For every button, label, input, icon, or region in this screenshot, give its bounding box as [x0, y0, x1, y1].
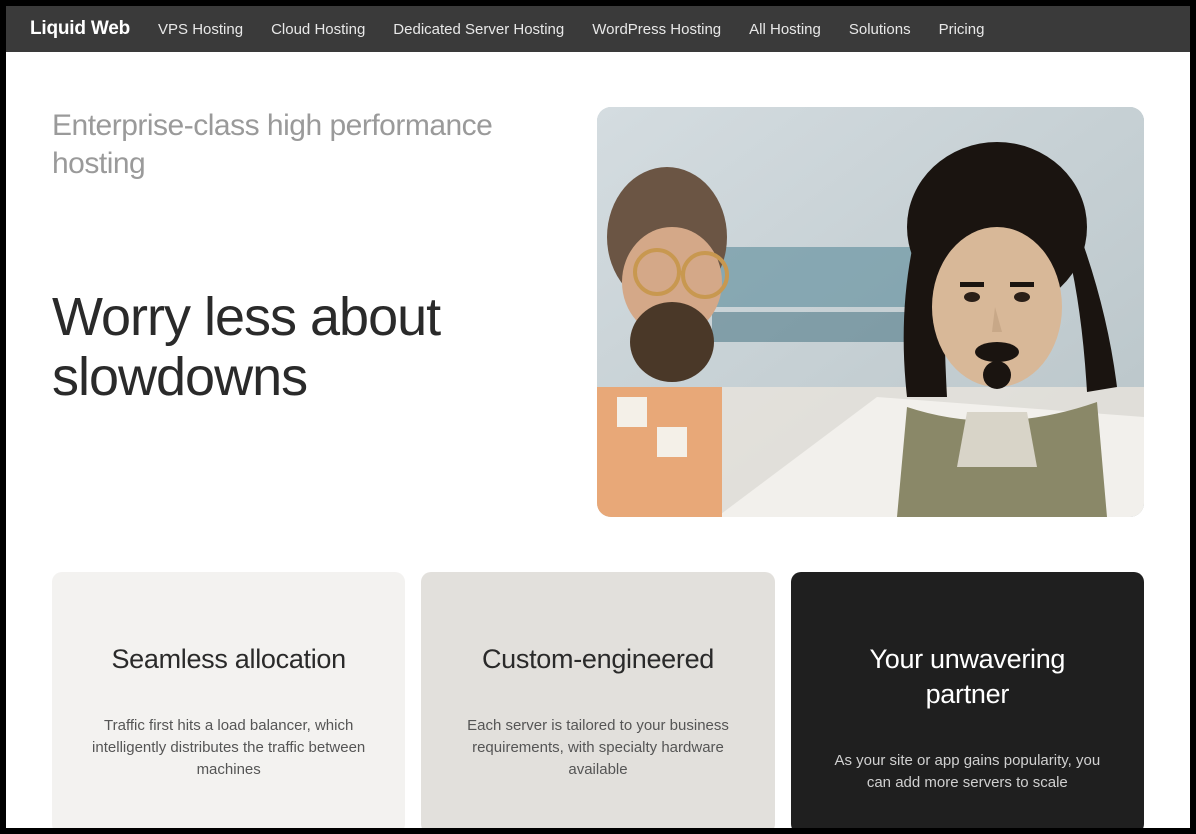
- nav-link-cloud[interactable]: Cloud Hosting: [271, 21, 365, 38]
- hero-image: [597, 107, 1144, 517]
- card-custom-engineered: Custom-engineered Each server is tailore…: [421, 572, 774, 828]
- card-desc: Traffic first hits a load balancer, whic…: [92, 715, 365, 780]
- nav-link-solutions[interactable]: Solutions: [849, 21, 911, 38]
- card-title: Custom-engineered: [461, 642, 734, 677]
- nav-links: VPS Hosting Cloud Hosting Dedicated Serv…: [158, 21, 984, 38]
- card-title: Seamless allocation: [92, 642, 365, 677]
- card-seamless-allocation: Seamless allocation Traffic first hits a…: [52, 572, 405, 828]
- nav-link-all[interactable]: All Hosting: [749, 21, 821, 38]
- feature-cards: Seamless allocation Traffic first hits a…: [6, 517, 1190, 828]
- hero-section: Enterprise-class high performance hostin…: [6, 52, 1190, 517]
- main-navbar: Liquid Web VPS Hosting Cloud Hosting Ded…: [6, 6, 1190, 52]
- nav-link-pricing[interactable]: Pricing: [939, 21, 985, 38]
- hero-title: Worry less about slowdowns: [52, 287, 557, 408]
- nav-link-dedicated[interactable]: Dedicated Server Hosting: [393, 21, 564, 38]
- card-title: Your unwavering partner: [831, 642, 1104, 712]
- hero-text: Enterprise-class high performance hostin…: [52, 107, 557, 517]
- card-desc: Each server is tailored to your business…: [461, 715, 734, 780]
- card-desc: As your site or app gains popularity, yo…: [831, 750, 1104, 794]
- card-unwavering-partner: Your unwavering partner As your site or …: [791, 572, 1144, 828]
- nav-link-wordpress[interactable]: WordPress Hosting: [592, 21, 721, 38]
- hero-subtitle: Enterprise-class high performance hostin…: [52, 107, 557, 182]
- brand-logo[interactable]: Liquid Web: [30, 18, 130, 40]
- nav-link-vps[interactable]: VPS Hosting: [158, 21, 243, 38]
